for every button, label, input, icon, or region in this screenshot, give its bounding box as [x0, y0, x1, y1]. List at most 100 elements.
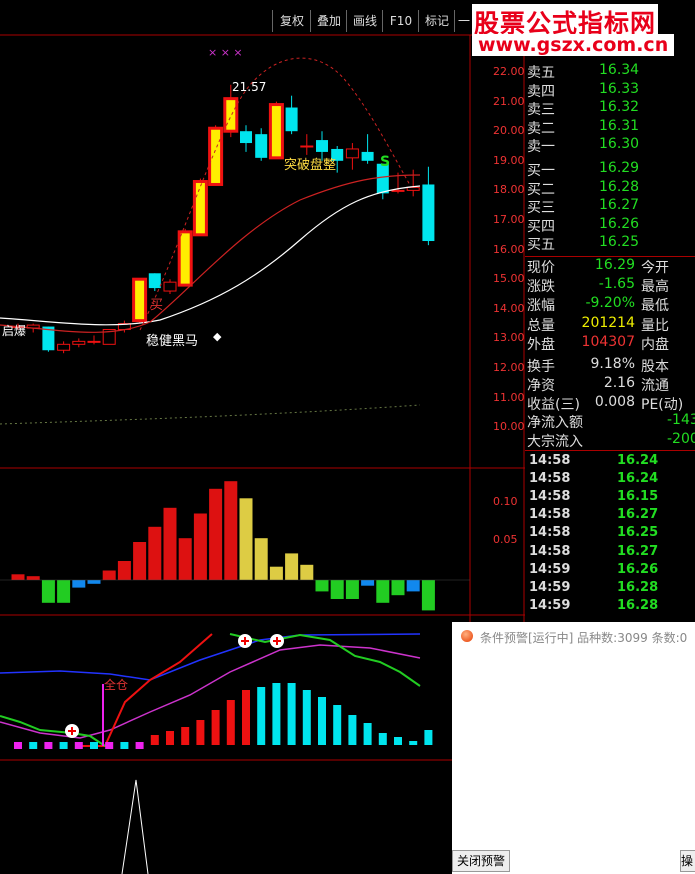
price-axis-label: 21.00 [493, 94, 525, 108]
tick-row: 14:58 16.25 [527, 525, 695, 543]
tick-time: 14:59 [529, 579, 571, 595]
plus-marker-icon [65, 724, 79, 738]
indicator-bar [90, 742, 98, 749]
sell-level[interactable]: 卖五 16.34 [527, 62, 695, 81]
volume-bar [224, 481, 238, 580]
sell-level[interactable]: 卖一 16.30 [527, 136, 695, 155]
buy-level-label: 买五 [527, 237, 555, 253]
sell-level-label: 卖五 [527, 65, 555, 81]
volume-axis-label: 0.10 [493, 495, 518, 508]
flow-row: 净流入额 -1430 [527, 412, 695, 431]
volume-bar [41, 580, 55, 603]
sell-level-label: 卖四 [527, 83, 555, 100]
buy-level[interactable]: 买三 16.27 [527, 197, 695, 216]
candle-body [268, 103, 284, 160]
buy-level-label: 买三 [527, 200, 555, 216]
stat-label: 净资 [527, 378, 555, 394]
sell-level[interactable]: 卖三 16.32 [527, 99, 695, 118]
buy-level[interactable]: 买二 16.28 [527, 179, 695, 198]
indicator-bar [211, 710, 220, 745]
tick-time: 14:58 [529, 525, 571, 541]
stat-row: 外盘 104307 内盘 [527, 334, 695, 353]
volume-bar [315, 580, 329, 592]
close-alert-button[interactable]: 关闭预警 [452, 850, 510, 872]
sell-level-price: 16.34 [599, 62, 640, 78]
full-position-label: 全仓 [104, 678, 129, 692]
tick-row: 14:58 16.24 [527, 471, 695, 489]
price-axis-label: 12.00 [493, 361, 525, 374]
candle-body [192, 180, 208, 237]
tick-time: 14:58 [529, 507, 571, 523]
buy-level[interactable]: 买一 16.29 [527, 160, 695, 179]
volume-bar [391, 580, 405, 596]
plus-marker-icon [270, 634, 284, 648]
price-axis-label: 13.00 [493, 331, 525, 345]
sell-signal-label: S [380, 154, 391, 170]
indicator-bar [409, 741, 418, 745]
tick-price: 16.27 [617, 507, 659, 523]
indicator-bar [74, 742, 83, 749]
indicator-bar [348, 715, 357, 745]
volume-bar [193, 513, 207, 580]
alert-operate-button[interactable]: 操 [680, 850, 695, 872]
candle-body [240, 131, 252, 144]
tick-row: 14:58 16.24 [527, 453, 695, 471]
buy-level-price: 16.27 [599, 197, 640, 213]
diamond-icon: ◆ [213, 330, 222, 343]
candle-body [345, 148, 359, 159]
flow-row: 大宗流入 -2000 [527, 431, 695, 450]
indicator-green-line [0, 633, 421, 747]
buy-level-label: 买一 [527, 163, 555, 179]
indicator-red-line [80, 633, 213, 747]
sell-level[interactable]: 卖二 16.31 [527, 118, 695, 137]
tick-time: 14:58 [529, 453, 571, 468]
stat-right-label: 股本 [641, 358, 669, 375]
volume-bar [406, 580, 420, 592]
buy-level-price: 16.26 [599, 215, 640, 232]
volume-bar [11, 574, 25, 580]
ma-line-dashed [139, 57, 411, 331]
stat-value: 2.16 [603, 375, 635, 391]
flow-value: -1430 [667, 412, 695, 428]
candle-body [87, 340, 101, 343]
chart-area[interactable] [0, 0, 525, 874]
indicator-purple-line [0, 644, 421, 739]
volume-bar [345, 580, 359, 599]
buy-level[interactable]: 买五 16.25 [527, 234, 695, 253]
tick-price: 16.15 [617, 489, 659, 505]
sell-level[interactable]: 卖四 16.33 [527, 81, 695, 100]
volume-bars-layer [11, 481, 435, 611]
left-label: 启爆 [2, 324, 27, 338]
stat-right-label: 内盘 [641, 336, 669, 353]
volume-bar [178, 538, 192, 580]
volume-bar [421, 580, 435, 611]
indicator-bar [363, 723, 372, 745]
candle-body [223, 97, 239, 133]
stat-value: -9.20% [585, 295, 635, 312]
candle-body [316, 140, 328, 152]
indicator-bar [150, 735, 159, 745]
tick-price: 16.28 [617, 597, 659, 613]
stat-label: 涨跌 [527, 279, 555, 296]
buy-label: 买 [150, 298, 164, 313]
stat-label: 涨幅 [527, 298, 555, 315]
volume-bar [361, 580, 375, 586]
candle-body [72, 340, 86, 345]
candle-body [361, 151, 374, 161]
indicator-bar [378, 733, 387, 745]
tick-row: 14:58 16.27 [527, 507, 695, 525]
tick-row: 14:59 16.28 [527, 580, 695, 598]
indicator-bar [242, 690, 250, 745]
stat-value: 9.18% [590, 355, 635, 372]
stat-right-label: 最高 [641, 279, 669, 296]
tick-time: 14:58 [529, 471, 571, 487]
price-axis-label: 18.00 [493, 183, 525, 197]
buy-level[interactable]: 买四 16.26 [527, 215, 695, 235]
tick-time: 14:58 [529, 543, 571, 559]
condition-alert-window[interactable]: 条件预警[运行中] 品种数:3099 条数:0 关闭预警 操 [452, 622, 695, 874]
indicator-bars-layer [14, 683, 433, 749]
indicator-bar [120, 742, 129, 749]
volume-axis-label: 0.05 [493, 533, 518, 546]
candle-body [300, 145, 314, 148]
stat-row: 换手 9.18% 股本 [527, 356, 695, 375]
